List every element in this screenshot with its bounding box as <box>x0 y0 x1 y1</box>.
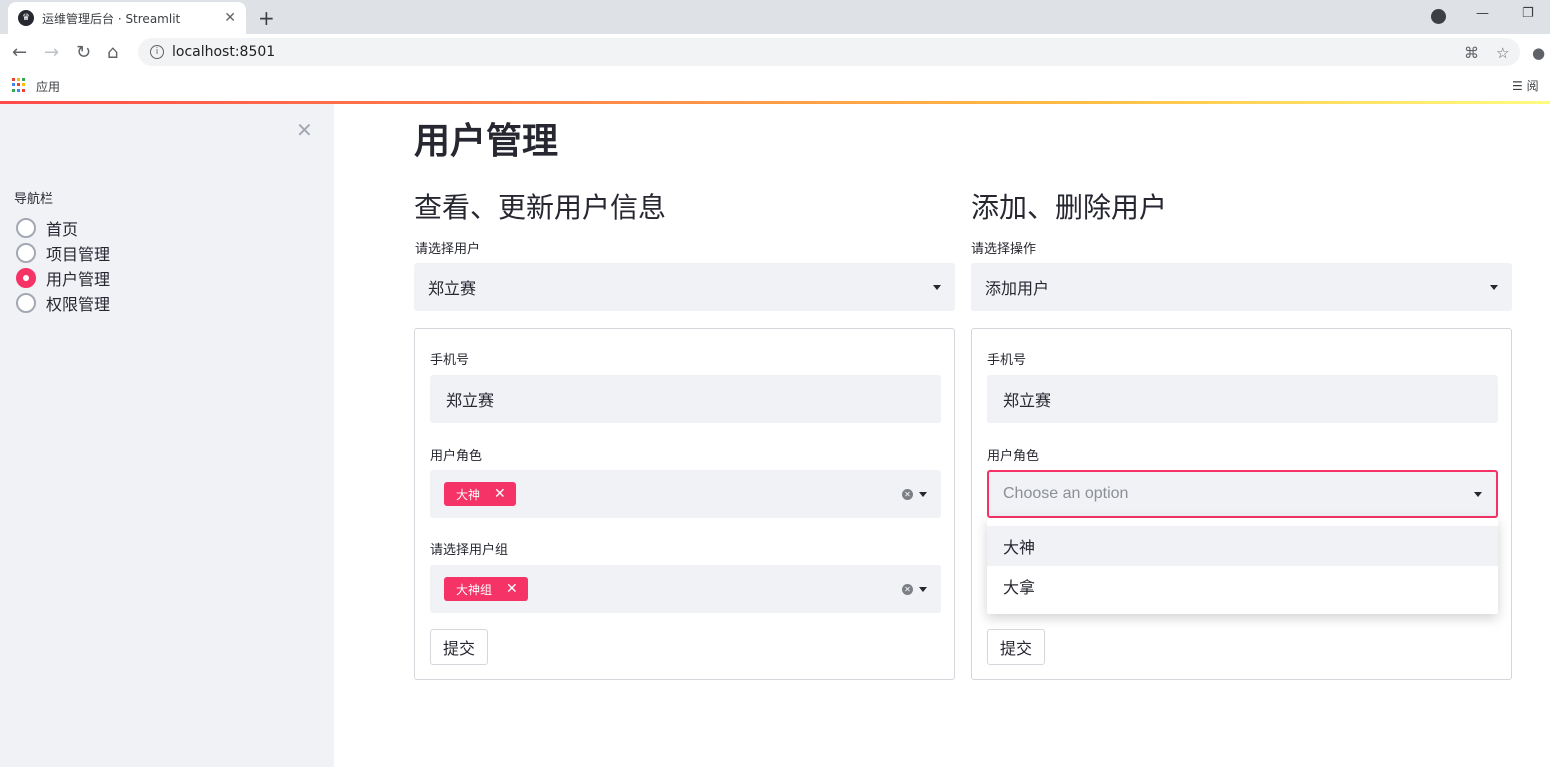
operation-select-value: 添加用户 <box>985 279 1050 298</box>
close-tab-icon[interactable]: ✕ <box>224 10 236 26</box>
sidebar-item-label: 首页 <box>46 220 79 239</box>
submit-button[interactable]: 提交 <box>430 629 488 665</box>
bookmark-star-icon[interactable]: ☆ <box>1496 44 1509 62</box>
phone-label: 手机号 <box>430 353 470 368</box>
sidebar-item-projects[interactable]: 项目管理 <box>16 241 110 265</box>
sidebar-item-users[interactable]: 用户管理 <box>16 266 110 290</box>
sidebar-item-label: 用户管理 <box>46 270 111 289</box>
group-multiselect[interactable]: 大神组 ✕ ✕ <box>430 565 941 613</box>
radio-icon <box>16 218 36 238</box>
url-input[interactable]: i localhost:8501 <box>138 38 1520 66</box>
dropdown-option[interactable]: 大拿 <box>987 566 1498 606</box>
role-dropdown-menu: 大神 大拿 <box>987 518 1498 614</box>
home-icon[interactable]: ⌂ <box>107 42 118 63</box>
page-title: 用户管理 <box>414 121 559 162</box>
role-tags: 大神 ✕ <box>444 482 902 506</box>
forward-icon[interactable]: → <box>44 42 59 63</box>
reading-list-icon: ☰ <box>1512 79 1527 93</box>
bookmarks-bar: 应用 ☰ 阅 <box>0 70 1550 100</box>
site-info-icon[interactable]: i <box>150 45 164 59</box>
streamlit-favicon-icon: ♛ <box>18 10 34 26</box>
phone-input[interactable]: 郑立赛 <box>430 375 941 423</box>
apps-grid-icon[interactable] <box>12 78 26 92</box>
url-text: localhost:8501 <box>172 44 276 60</box>
phone-input-value: 郑立赛 <box>446 391 495 410</box>
group-label: 请选择用户组 <box>430 543 509 558</box>
profile-icon[interactable]: ● <box>1532 44 1545 62</box>
role-multiselect[interactable]: 大神 ✕ ✕ <box>430 470 941 518</box>
group-tag: 大神组 ✕ <box>444 577 528 601</box>
nav-label: 导航栏 <box>14 192 54 207</box>
right-heading: 添加、删除用户 <box>971 191 1168 224</box>
chevron-down-icon <box>919 586 927 592</box>
sidebar: ✕ 导航栏 首页 项目管理 用户管理 权限管理 <box>0 104 334 767</box>
sidebar-item-home[interactable]: 首页 <box>16 216 78 240</box>
remove-tag-icon[interactable]: ✕ <box>506 581 518 597</box>
tab-search-icon[interactable] <box>1431 9 1446 24</box>
sidebar-item-label: 项目管理 <box>46 245 111 264</box>
translate-icon[interactable]: ⌘ <box>1464 44 1479 62</box>
group-tags: 大神组 ✕ <box>444 577 902 601</box>
left-heading: 查看、更新用户信息 <box>414 191 667 224</box>
browser-tab[interactable]: ♛ 运维管理后台 · Streamlit ✕ <box>8 2 246 34</box>
role-label: 用户角色 <box>430 449 483 464</box>
address-bar-row: ← → ↻ ⌂ i localhost:8501 ⌘ ☆ ● <box>0 34 1550 70</box>
role-tag-label: 大神 <box>456 487 481 502</box>
remove-tag-icon[interactable]: ✕ <box>494 486 506 502</box>
radio-selected-icon <box>16 268 36 288</box>
role-tag: 大神 ✕ <box>444 482 516 506</box>
chevron-down-icon <box>933 284 941 290</box>
chevron-down-icon <box>1474 491 1482 497</box>
user-select[interactable]: 郑立赛 <box>414 263 955 311</box>
new-tab-icon[interactable]: + <box>258 6 275 30</box>
bookmark-apps[interactable]: 应用 <box>36 78 60 95</box>
phone-input-value: 郑立赛 <box>1003 391 1052 410</box>
radio-icon <box>16 243 36 263</box>
chevron-down-icon <box>1490 284 1498 290</box>
restore-icon[interactable]: ❐ <box>1522 6 1534 21</box>
minimize-icon[interactable]: — <box>1476 6 1489 21</box>
back-icon[interactable]: ← <box>12 42 27 63</box>
reload-icon[interactable]: ↻ <box>76 42 91 63</box>
group-tag-label: 大神组 <box>456 582 493 597</box>
chevron-down-icon <box>919 491 927 497</box>
tab-title: 运维管理后台 · Streamlit <box>42 11 181 26</box>
phone-label: 手机号 <box>987 353 1027 368</box>
role-multiselect-focused[interactable]: Choose an option <box>987 470 1498 518</box>
sidebar-item-label: 权限管理 <box>46 295 111 314</box>
reading-list[interactable]: ☰ 阅 <box>1512 77 1539 94</box>
clear-icon[interactable]: ✕ <box>902 583 913 595</box>
submit-button[interactable]: 提交 <box>987 629 1045 665</box>
role-placeholder: Choose an option <box>1003 485 1129 502</box>
browser-tab-bar: ♛ 运维管理后台 · Streamlit ✕ + — ❐ <box>0 0 1550 34</box>
user-select-value: 郑立赛 <box>428 279 477 298</box>
sidebar-item-permissions[interactable]: 权限管理 <box>16 291 110 315</box>
radio-icon <box>16 293 36 313</box>
operation-select[interactable]: 添加用户 <box>971 263 1512 311</box>
dropdown-option[interactable]: 大神 <box>987 526 1498 566</box>
user-select-label: 请选择用户 <box>415 242 481 257</box>
close-sidebar-icon[interactable]: ✕ <box>296 118 313 142</box>
operation-select-label: 请选择操作 <box>971 242 1037 257</box>
clear-icon[interactable]: ✕ <box>902 488 913 500</box>
role-label: 用户角色 <box>987 449 1040 464</box>
phone-input[interactable]: 郑立赛 <box>987 375 1498 423</box>
